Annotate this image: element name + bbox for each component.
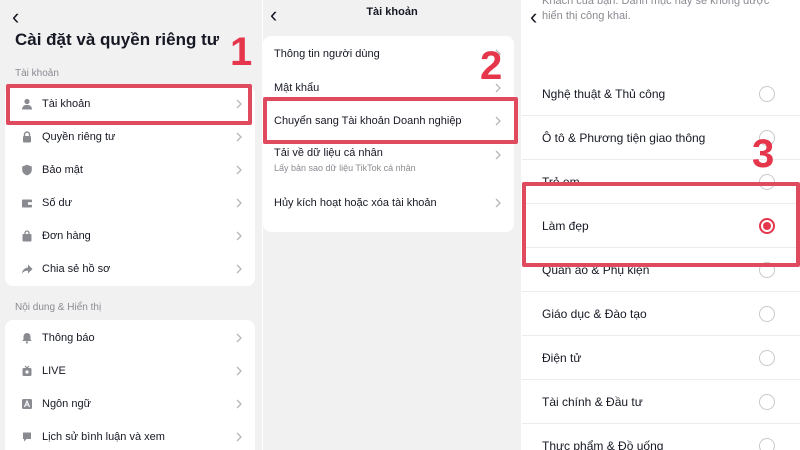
category-label: Tài chính & Đầu tư xyxy=(542,394,643,409)
settings-item-label: Đơn hàng xyxy=(42,229,91,242)
option-label: Thông tin người dùng xyxy=(274,48,380,60)
back-arrow-icon[interactable]: ‹ xyxy=(12,6,19,28)
settings-item-label: Bảo mật xyxy=(42,163,83,176)
step-number: 2 xyxy=(480,44,503,88)
bag-icon xyxy=(20,229,34,243)
chevron-right-icon xyxy=(494,198,502,208)
category-select-screen: ‹ Khách của bạn. Danh mục này sẽ không đ… xyxy=(522,0,800,450)
category-label: Thực phẩm & Đồ uống xyxy=(542,438,664,450)
radio-button[interactable] xyxy=(759,305,775,322)
step-number: 3 xyxy=(752,132,775,176)
radio-button[interactable] xyxy=(759,85,775,102)
settings-item-label: Số dư xyxy=(42,196,72,209)
option-label: Mật khẩu xyxy=(274,82,320,94)
category-label: Nghệ thuật & Thủ công xyxy=(542,86,666,101)
content-display-card: Thông báo LIVE Ngôn ngữ Lịch sử bình luậ… xyxy=(5,320,255,450)
category-label: Giáo dục & Đào tạo xyxy=(542,306,647,321)
settings-item-notifications[interactable]: Thông báo xyxy=(5,321,255,354)
chevron-right-icon xyxy=(235,165,243,175)
option-download-data[interactable]: Tải về dữ liệu cá nhân Lấy bản sao dữ li… xyxy=(263,140,514,180)
live-icon xyxy=(20,364,34,378)
account-screen: ‹ Tài khoản Thông tin người dùng Mật khẩ… xyxy=(263,0,521,450)
wallet-icon xyxy=(20,196,34,210)
settings-item-label: LIVE xyxy=(42,364,66,377)
chevron-right-icon xyxy=(235,432,243,442)
section-header-content-display: Nội dung & Hiển thị xyxy=(15,302,102,313)
history-icon xyxy=(20,430,34,444)
chevron-right-icon xyxy=(235,399,243,409)
share-icon xyxy=(20,262,34,276)
chevron-right-icon xyxy=(235,366,243,376)
settings-item-label: Quyền riêng tư xyxy=(42,130,116,143)
settings-item-orders[interactable]: Đơn hàng xyxy=(5,219,255,252)
category-label: Điện tử xyxy=(542,350,582,365)
chevron-right-icon xyxy=(235,132,243,142)
lock-icon xyxy=(20,130,34,144)
language-icon xyxy=(20,397,34,411)
bell-icon xyxy=(20,331,34,345)
settings-item-share-profile[interactable]: Chia sẻ hồ sơ xyxy=(5,252,255,285)
page-title: Cài đặt và quyền riêng tư xyxy=(15,30,220,49)
radio-button[interactable] xyxy=(759,349,775,366)
option-label: Tải về dữ liệu cá nhân xyxy=(274,147,383,159)
settings-item-label: Thông báo xyxy=(42,331,95,344)
settings-item-label: Ngôn ngữ xyxy=(42,397,91,410)
section-header-account: Tài khoản xyxy=(15,68,59,79)
chevron-right-icon xyxy=(235,198,243,208)
shield-icon xyxy=(20,163,34,177)
category-item[interactable]: Thực phẩm & Đồ uống xyxy=(522,424,800,450)
step-number: 1 xyxy=(230,30,253,74)
settings-item-label: Chia sẻ hồ sơ xyxy=(42,262,111,275)
chevron-right-icon xyxy=(235,333,243,343)
category-item[interactable]: Điện tử xyxy=(522,336,800,380)
settings-item-balance[interactable]: Số dư xyxy=(5,186,255,219)
back-arrow-icon[interactable]: ‹ xyxy=(530,6,537,28)
settings-item-security[interactable]: Bảo mật xyxy=(5,153,255,186)
option-label: Hủy kích hoạt hoặc xóa tài khoản xyxy=(274,197,437,209)
category-item[interactable]: Giáo dục & Đào tạo xyxy=(522,292,800,336)
highlight-box-business-account xyxy=(263,97,518,144)
radio-button[interactable] xyxy=(759,393,775,410)
header-description: Khách của bạn. Danh mục này sẽ không đượ… xyxy=(542,0,770,22)
settings-item-language[interactable]: Ngôn ngữ xyxy=(5,387,255,420)
highlight-box-account xyxy=(6,84,252,125)
option-deactivate-delete[interactable]: Hủy kích hoạt hoặc xóa tài khoản xyxy=(263,186,514,220)
category-item[interactable]: Nghệ thuật & Thủ công xyxy=(522,72,800,116)
settings-item-label: Lịch sử bình luận và xem xyxy=(42,430,165,443)
page-title: Tài khoản xyxy=(366,6,418,18)
option-user-info[interactable]: Thông tin người dùng xyxy=(263,36,514,72)
category-item[interactable]: Tài chính & Đầu tư xyxy=(522,380,800,424)
chevron-right-icon xyxy=(235,264,243,274)
settings-item-live[interactable]: LIVE xyxy=(5,354,255,387)
settings-item-history[interactable]: Lịch sử bình luận và xem xyxy=(5,420,255,450)
option-subtitle: Lấy bản sao dữ liệu TikTok cá nhân xyxy=(274,163,416,173)
settings-privacy-screen: ‹ Cài đặt và quyền riêng tư Tài khoản Tà… xyxy=(0,0,262,450)
highlight-box-beauty xyxy=(522,182,800,267)
category-label: Ô tô & Phương tiện giao thông xyxy=(542,130,706,145)
radio-button[interactable] xyxy=(759,437,775,450)
option-text-group: Tải về dữ liệu cá nhân Lấy bản sao dữ li… xyxy=(274,140,494,173)
chevron-right-icon xyxy=(235,231,243,241)
